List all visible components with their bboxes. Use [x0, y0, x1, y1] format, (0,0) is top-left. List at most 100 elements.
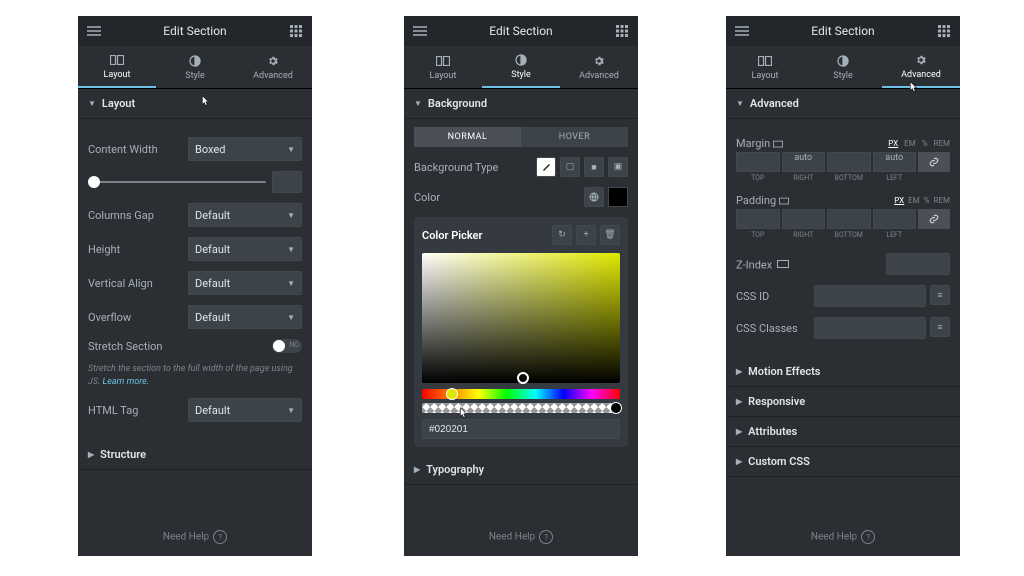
tab-layout[interactable]: Layout: [726, 46, 804, 88]
unit-pct[interactable]: %: [922, 139, 928, 148]
apps-icon[interactable]: [614, 23, 630, 39]
section-responsive[interactable]: ▶Responsive: [726, 387, 960, 417]
dynamic-tag-icon[interactable]: ≡: [930, 285, 950, 305]
layout-icon: [435, 53, 451, 69]
height-select[interactable]: Default▼: [188, 237, 302, 261]
panel-title: Edit Section: [163, 24, 226, 38]
tab-layout[interactable]: Layout: [78, 46, 156, 88]
menu-icon[interactable]: [734, 23, 750, 39]
stretch-toggle[interactable]: NO: [272, 339, 302, 353]
need-help[interactable]: Need Help?: [726, 518, 960, 556]
margin-right-input[interactable]: auto: [782, 152, 826, 172]
content-width-slider[interactable]: [88, 171, 302, 193]
style-icon: [513, 52, 529, 68]
link-values-icon[interactable]: [918, 152, 950, 172]
section-motion-effects[interactable]: ▶Motion Effects: [726, 357, 960, 387]
section-advanced[interactable]: ▼ Advanced: [726, 89, 960, 119]
dynamic-tag-icon[interactable]: ≡: [930, 317, 950, 337]
margin-left-input[interactable]: auto: [873, 152, 917, 172]
tab-style[interactable]: Style: [804, 46, 882, 88]
tab-layout[interactable]: Layout: [404, 46, 482, 88]
tab-advanced[interactable]: Advanced: [560, 46, 638, 88]
section-typography[interactable]: ▶ Typography: [404, 455, 638, 485]
section-attributes[interactable]: ▶Attributes: [726, 417, 960, 447]
padding-right-input[interactable]: [782, 209, 826, 229]
apps-icon[interactable]: [288, 23, 304, 39]
unit-switch: PX EM % REM: [884, 139, 950, 148]
margin-inputs: TOP autoRIGHT BOTTOM autoLEFT: [736, 152, 950, 182]
unit-rem[interactable]: REM: [934, 139, 950, 148]
sv-cursor[interactable]: [517, 372, 529, 384]
stretch-help: Stretch the section to the full width of…: [88, 363, 302, 388]
apps-icon[interactable]: [936, 23, 952, 39]
section-structure[interactable]: ▶ Structure: [78, 440, 312, 470]
gear-icon: [591, 53, 607, 69]
padding-inputs: TOP RIGHT BOTTOM LEFT: [736, 209, 950, 239]
color-global-icon[interactable]: [584, 187, 604, 207]
menu-icon[interactable]: [412, 23, 428, 39]
responsive-icon[interactable]: [779, 197, 789, 205]
tab-style[interactable]: Style: [482, 46, 560, 88]
zindex-input[interactable]: [886, 253, 950, 275]
slider-value-input[interactable]: [272, 171, 302, 193]
layout-icon: [109, 52, 125, 68]
need-help[interactable]: Need Help?: [78, 518, 312, 556]
padding-bottom-input[interactable]: [827, 209, 871, 229]
padding-left-input[interactable]: [873, 209, 917, 229]
margin-top-input[interactable]: [736, 152, 780, 172]
menu-icon[interactable]: [86, 23, 102, 39]
subtab-normal[interactable]: NORMAL: [414, 127, 521, 147]
slider-thumb[interactable]: [88, 176, 100, 188]
layout-controls: Content Width Boxed▼ Columns Gap Default…: [78, 119, 312, 440]
responsive-icon[interactable]: [775, 256, 791, 272]
saturation-value-area[interactable]: [422, 253, 620, 383]
help-icon: ?: [539, 530, 553, 544]
css-id-input[interactable]: [814, 285, 926, 307]
margin-bottom-input[interactable]: [827, 152, 871, 172]
html-tag-select[interactable]: Default▼: [188, 398, 302, 422]
color-swatch[interactable]: [608, 187, 628, 207]
bg-type-slideshow-icon[interactable]: ▣: [608, 157, 628, 177]
tab-advanced[interactable]: Advanced: [882, 46, 960, 88]
section-custom-css[interactable]: ▶Custom CSS: [726, 447, 960, 477]
content-width-select[interactable]: Boxed▼: [188, 137, 302, 161]
style-icon: [835, 53, 851, 69]
help-icon: ?: [861, 530, 875, 544]
hue-slider[interactable]: [422, 389, 620, 399]
panel-header: Edit Section: [78, 16, 312, 46]
unit-px[interactable]: PX: [888, 139, 898, 148]
padding-top-input[interactable]: [736, 209, 780, 229]
picker-add-icon[interactable]: +: [576, 225, 596, 245]
picker-refresh-icon[interactable]: ↻: [552, 225, 572, 245]
chevron-down-icon: ▼: [736, 99, 744, 108]
bg-type-video-icon[interactable]: ■: [584, 157, 604, 177]
section-layout[interactable]: ▼ Layout: [78, 89, 312, 119]
alpha-thumb[interactable]: [610, 402, 622, 414]
vertical-align-select[interactable]: Default▼: [188, 271, 302, 295]
section-background[interactable]: ▼ Background: [404, 89, 638, 119]
tab-advanced[interactable]: Advanced: [234, 46, 312, 88]
control-content-width: Content Width Boxed▼: [88, 137, 302, 161]
picker-delete-icon[interactable]: 🗑: [600, 225, 620, 245]
learn-more-link[interactable]: Learn more.: [103, 377, 150, 387]
responsive-icon[interactable]: [773, 140, 783, 148]
background-type-choices: ▢ ■ ▣: [536, 157, 628, 177]
hue-thumb[interactable]: [446, 388, 458, 400]
editor-tabs: Layout Style Advanced: [78, 46, 312, 89]
panel-advanced: Edit Section Layout Style Advanced ▼ Adv…: [726, 16, 960, 556]
need-help[interactable]: Need Help?: [404, 518, 638, 556]
link-values-icon[interactable]: [918, 209, 950, 229]
alpha-slider[interactable]: [422, 403, 620, 413]
css-classes-input[interactable]: [814, 317, 926, 339]
unit-em[interactable]: EM: [904, 139, 916, 148]
tab-style[interactable]: Style: [156, 46, 234, 88]
hex-input[interactable]: [422, 419, 620, 439]
subtab-hover[interactable]: HOVER: [521, 127, 628, 147]
background-state-tabs: NORMAL HOVER: [414, 127, 628, 147]
columns-gap-select[interactable]: Default▼: [188, 203, 302, 227]
chevron-down-icon: ▼: [414, 99, 422, 108]
bg-type-gradient-icon[interactable]: ▢: [560, 157, 580, 177]
bg-type-classic-icon[interactable]: [536, 157, 556, 177]
overflow-select[interactable]: Default▼: [188, 305, 302, 329]
style-icon: [187, 53, 203, 69]
